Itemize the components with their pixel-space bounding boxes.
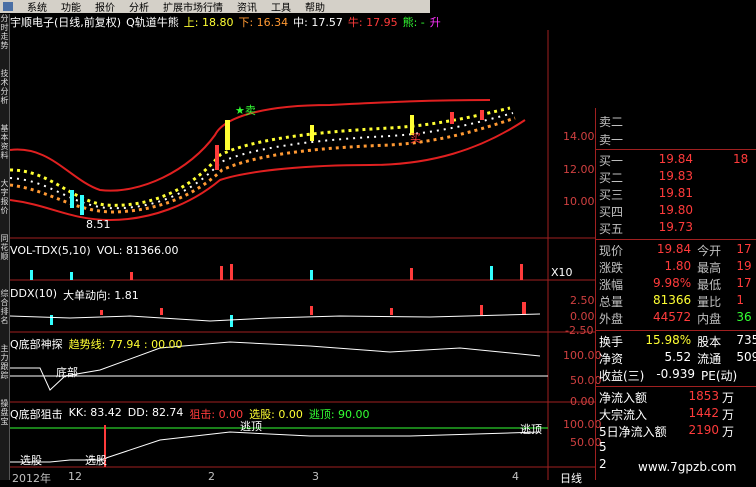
sniper-indicator: Q底部狙击 bbox=[10, 408, 63, 421]
stock-title: 宇顺电子(日线,前复权) bbox=[10, 16, 122, 29]
sniper-select: 选股: 0.00 bbox=[249, 408, 303, 421]
stat-row-pct: 涨幅 9.98% 最低 17 bbox=[599, 276, 752, 292]
indicator-name: Q轨道牛熊 bbox=[126, 16, 179, 29]
ddx-bars bbox=[50, 302, 526, 327]
ask-row-2: 卖二 bbox=[599, 115, 624, 129]
tab-ranking[interactable]: 综合排名 bbox=[0, 289, 9, 344]
turnover-row-2: 净资 5.52 流通 509 bbox=[599, 350, 756, 366]
menu-function[interactable]: 功能 bbox=[61, 0, 81, 14]
tab-technical[interactable]: 技术分析 bbox=[0, 69, 9, 124]
volume-scale: X10 bbox=[551, 266, 573, 279]
chart-title-bar: 宇顺电子(日线,前复权) Q轨道牛熊 上: 18.80 下: 16.34 中: … bbox=[10, 14, 441, 29]
bid-row-3: 买三 19.81 bbox=[599, 186, 693, 202]
buy-annotation: 买 bbox=[410, 132, 421, 145]
low-annotation: 8.51 bbox=[86, 218, 111, 231]
probe-panel-label: Q底部神探 趋势线: 77.94 : 00.00 bbox=[10, 336, 183, 352]
ddx-line bbox=[10, 313, 541, 322]
turnover-row-3: 收益(三) -0.939 PE(动) bbox=[599, 367, 738, 383]
sell-annotation: ★卖 bbox=[235, 104, 256, 117]
probe-indicator: Q底部神探 bbox=[10, 338, 63, 351]
stats-turnover-divider bbox=[596, 330, 756, 331]
bull-value: 牛: 17.95 bbox=[347, 16, 398, 29]
menu-tools[interactable]: 工具 bbox=[271, 0, 291, 14]
sniper-snipe: 狙击: 0.00 bbox=[189, 408, 244, 421]
tab-main-force[interactable]: 主力跟踪 bbox=[0, 344, 9, 399]
bear-line bbox=[10, 116, 516, 214]
menu-analysis[interactable]: 分析 bbox=[129, 0, 149, 14]
sniper-kk: KK: 83.42 bbox=[68, 406, 122, 419]
turnover-row-1: 换手 15.98% 股本 735 bbox=[599, 333, 756, 349]
mid-line bbox=[10, 112, 514, 210]
bid-row-4: 买四 19.80 bbox=[599, 203, 693, 219]
volume-indicator: VOL-TDX(5,10) bbox=[10, 244, 91, 257]
ask-row-1: 卖一 bbox=[599, 133, 624, 147]
rise-value: 升 bbox=[429, 16, 441, 29]
probe-trend: 趋势线: 77.94 : 00.00 bbox=[68, 338, 183, 351]
menu-quote[interactable]: 报价 bbox=[95, 0, 115, 14]
mid-value: 中: 17.57 bbox=[293, 16, 343, 29]
ddx-value: 大单动向: 1.81 bbox=[63, 289, 139, 302]
app-icon[interactable] bbox=[3, 2, 13, 11]
menu-news[interactable]: 资讯 bbox=[237, 0, 257, 14]
quote-panel: 卖二 卖一 买一 19.84 18 买二 19.83 买三 19.81 买四 19.80 … bbox=[596, 108, 756, 480]
volume-panel-label: VOL-TDX(5,10) VOL: 81366.00 bbox=[10, 244, 179, 257]
period-label[interactable]: 日线 bbox=[560, 470, 582, 486]
volume-bars bbox=[30, 264, 523, 280]
left-tab-bar: 分时走势 技术分析 基本资料 大字报价 同花顺 综合排名 主力跟踪 操盘宝 bbox=[0, 14, 10, 480]
probe-tag: 底部 bbox=[56, 365, 78, 379]
tab-ths[interactable]: 同花顺 bbox=[0, 234, 9, 289]
upper-value: 上: 18.80 bbox=[183, 16, 234, 29]
sniper-select-tag-2: 选股 bbox=[85, 454, 107, 467]
flow-row-4: 5 bbox=[599, 440, 607, 454]
sniper-escape: 逃顶: 90.00 bbox=[308, 408, 370, 421]
menu-extended-market[interactable]: 扩展市场行情 bbox=[163, 0, 223, 14]
turnover-flow-divider bbox=[596, 386, 756, 387]
probe-tick-0: 0.00 bbox=[570, 395, 595, 408]
flow-row-1: 净流入额 1853 万 bbox=[599, 389, 735, 405]
watermark: www.7gpzb.com bbox=[638, 460, 737, 474]
sniper-select-tag: 选股 bbox=[20, 454, 42, 467]
stat-row-price: 现价 19.84 今开 17 bbox=[599, 242, 752, 258]
bid-row-5: 买五 19.73 bbox=[599, 220, 693, 236]
flow-row-3: 5日净流入额 2190 万 bbox=[599, 423, 735, 439]
stat-row-outer: 外盘 44572 内盘 36 bbox=[599, 310, 752, 326]
lower-value: 下: 16.34 bbox=[238, 16, 289, 29]
price-tick-10: 10.00 bbox=[563, 195, 595, 208]
tab-fundamentals[interactable]: 基本资料 bbox=[0, 124, 9, 179]
sniper-escape-tag-2: 逃顶 bbox=[520, 423, 542, 436]
flow-row-2: 大宗流入 1442 万 bbox=[599, 406, 735, 422]
date-label-year: 2012年 bbox=[12, 472, 51, 485]
ddx-tick-2: 0.00 bbox=[570, 310, 595, 323]
bear-value: 熊: - bbox=[402, 16, 425, 29]
stat-row-change: 涨跌 1.80 最高 19 bbox=[599, 259, 752, 275]
ddx-tick-1: 2.50 bbox=[570, 294, 595, 307]
price-tick-14: 14.00 bbox=[563, 130, 595, 143]
bid-row-2: 买二 19.83 bbox=[599, 169, 693, 185]
sniper-dd: DD: 82.74 bbox=[127, 406, 184, 419]
menu-help[interactable]: 帮助 bbox=[305, 0, 325, 14]
ddx-panel-label: DDX(10) 大单动向: 1.81 bbox=[10, 287, 139, 303]
candles bbox=[70, 110, 484, 215]
bid-stats-divider bbox=[596, 239, 756, 240]
ddx-indicator: DDX(10) bbox=[10, 287, 58, 300]
date-label-4: 4 bbox=[512, 470, 519, 483]
ask-bid-divider bbox=[596, 149, 756, 150]
tab-intraday[interactable]: 分时走势 bbox=[0, 14, 9, 69]
lower-band bbox=[10, 119, 526, 222]
sniper-panel-label: Q底部狙击 KK: 83.42 DD: 82.74 狙击: 0.00 选股: 0… bbox=[10, 406, 370, 422]
price-tick-12: 12.00 bbox=[563, 163, 595, 176]
menu-system[interactable]: 系统 bbox=[27, 0, 47, 14]
ddx-tick-3: -2.50 bbox=[565, 324, 594, 337]
bid-row-1: 买一 19.84 18 bbox=[599, 152, 749, 168]
tab-trading[interactable]: 操盘宝 bbox=[0, 399, 9, 454]
stat-row-volume: 总量 81366 量比 1 bbox=[599, 293, 745, 309]
menu-bar: 系统 功能 报价 分析 扩展市场行情 资讯 工具 帮助 bbox=[0, 0, 430, 14]
date-label-3: 3 bbox=[312, 470, 319, 483]
date-label-2: 2 bbox=[208, 470, 215, 483]
tab-big-quote[interactable]: 大字报价 bbox=[0, 179, 9, 234]
date-label-12: 12 bbox=[68, 470, 82, 483]
volume-value: VOL: 81366.00 bbox=[96, 244, 179, 257]
